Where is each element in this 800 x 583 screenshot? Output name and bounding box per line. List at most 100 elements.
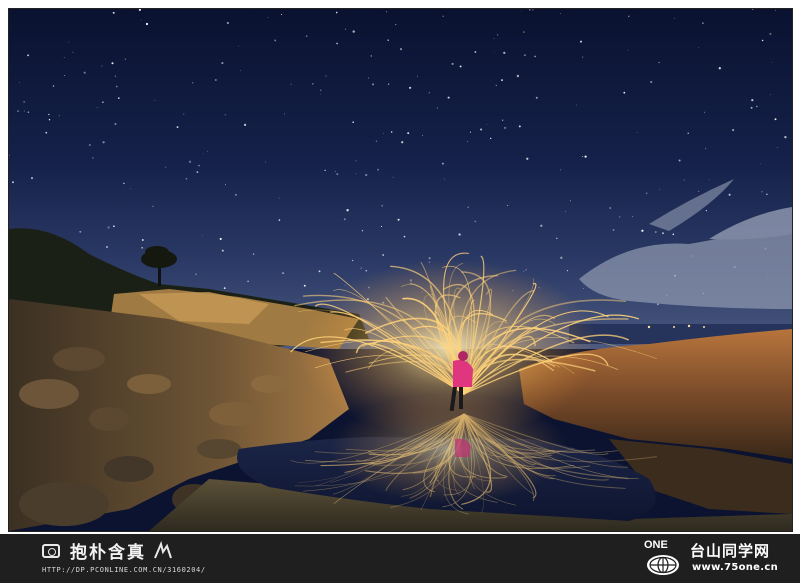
star (687, 132, 689, 134)
star (489, 137, 492, 140)
star (320, 93, 321, 95)
star (19, 82, 20, 84)
star (401, 141, 404, 144)
star (23, 101, 25, 103)
star (532, 9, 534, 11)
star (346, 209, 349, 212)
star (165, 166, 167, 168)
star (761, 191, 763, 193)
star (325, 75, 327, 77)
star (702, 22, 704, 24)
star (566, 269, 569, 272)
star (523, 54, 526, 57)
star (504, 126, 507, 129)
star (521, 10, 522, 12)
star (380, 225, 383, 228)
star (560, 256, 563, 259)
star (718, 67, 721, 70)
star (580, 40, 582, 43)
star (495, 84, 497, 87)
star (655, 231, 657, 233)
star (728, 193, 731, 196)
star (474, 220, 477, 223)
star (619, 216, 621, 218)
star (469, 131, 472, 133)
star (278, 219, 281, 221)
star (111, 62, 114, 65)
star (265, 161, 267, 163)
star (267, 16, 269, 18)
star (114, 122, 117, 126)
star (399, 48, 403, 51)
brush-mark-icon (154, 540, 172, 559)
star (124, 58, 126, 60)
star (113, 225, 115, 228)
star (237, 45, 239, 47)
star (188, 160, 192, 163)
star (751, 99, 754, 102)
star (367, 77, 369, 79)
star (525, 269, 527, 271)
star (516, 74, 520, 78)
star (141, 239, 144, 241)
star (535, 96, 538, 99)
star (390, 131, 393, 133)
star (115, 85, 118, 88)
star (334, 170, 336, 173)
star (732, 129, 735, 132)
star (58, 115, 60, 117)
star (708, 179, 710, 180)
star (529, 9, 531, 11)
star (102, 141, 105, 144)
star (641, 229, 644, 232)
star (375, 140, 378, 142)
star (252, 253, 255, 255)
star (503, 51, 506, 55)
star (382, 254, 385, 256)
star (441, 162, 444, 165)
star (278, 197, 280, 199)
star (370, 55, 373, 57)
star (235, 194, 237, 196)
star (761, 39, 764, 42)
star (117, 97, 120, 99)
star (428, 92, 430, 94)
star (436, 107, 438, 109)
star (569, 200, 571, 202)
star (196, 171, 199, 174)
star (480, 128, 483, 131)
star (766, 193, 768, 196)
star (486, 123, 488, 125)
star (52, 85, 55, 87)
star (145, 22, 149, 26)
star (387, 83, 390, 85)
star (282, 272, 285, 275)
camera-icon (42, 544, 60, 558)
star (92, 157, 94, 159)
star (221, 62, 224, 65)
star (247, 280, 249, 283)
star (659, 188, 660, 190)
star (372, 83, 374, 86)
star (105, 245, 109, 249)
watermark-right: ONE 台山同学网 www.75one.cn (640, 538, 800, 580)
star (784, 135, 787, 139)
star (422, 135, 423, 136)
star (72, 51, 74, 53)
star (683, 179, 685, 181)
star (416, 75, 418, 77)
star (79, 230, 82, 233)
star (96, 107, 98, 108)
star (64, 75, 66, 76)
globe-icon: ONE (644, 539, 679, 575)
star (771, 61, 773, 63)
star (101, 65, 103, 67)
star (112, 11, 115, 14)
logo-text: ONE (644, 539, 668, 551)
watermark-url: HTTP://DP.PCONLINE.COM.CN/3160204/ (42, 566, 206, 574)
star (355, 173, 357, 175)
star (518, 125, 521, 128)
star (560, 169, 561, 171)
star (355, 160, 357, 162)
star (776, 147, 778, 148)
